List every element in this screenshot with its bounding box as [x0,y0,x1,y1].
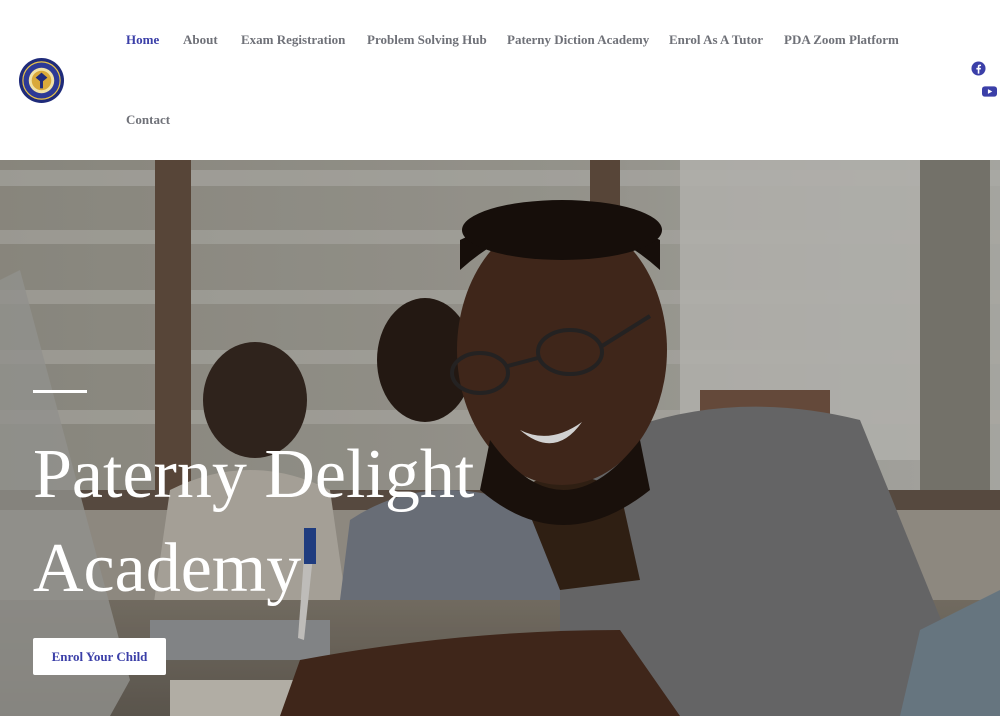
site-header: Home About Exam Registration Problem Sol… [0,0,1000,160]
hero-banner: Paterny Delight Academy Enrol Your Child [0,160,1000,716]
nav-problem-solving-hub[interactable]: Problem Solving Hub [367,32,487,48]
main-nav: Home About Exam Registration Problem Sol… [0,0,960,160]
hero-title: Paterny Delight Academy [33,436,475,607]
nav-exam-registration[interactable]: Exam Registration [241,32,345,48]
nav-paterny-diction-academy[interactable]: Paterny Diction Academy [507,32,649,48]
nav-contact[interactable]: Contact [126,112,170,128]
youtube-icon[interactable] [982,86,997,97]
nav-enrol-as-a-tutor[interactable]: Enrol As A Tutor [669,32,763,48]
hero-divider [33,390,87,393]
enrol-your-child-button[interactable]: Enrol Your Child [33,638,166,675]
facebook-icon[interactable] [971,61,986,76]
nav-pda-zoom-platform[interactable]: PDA Zoom Platform [784,32,899,48]
nav-about[interactable]: About [183,32,218,48]
nav-home[interactable]: Home [126,32,159,48]
